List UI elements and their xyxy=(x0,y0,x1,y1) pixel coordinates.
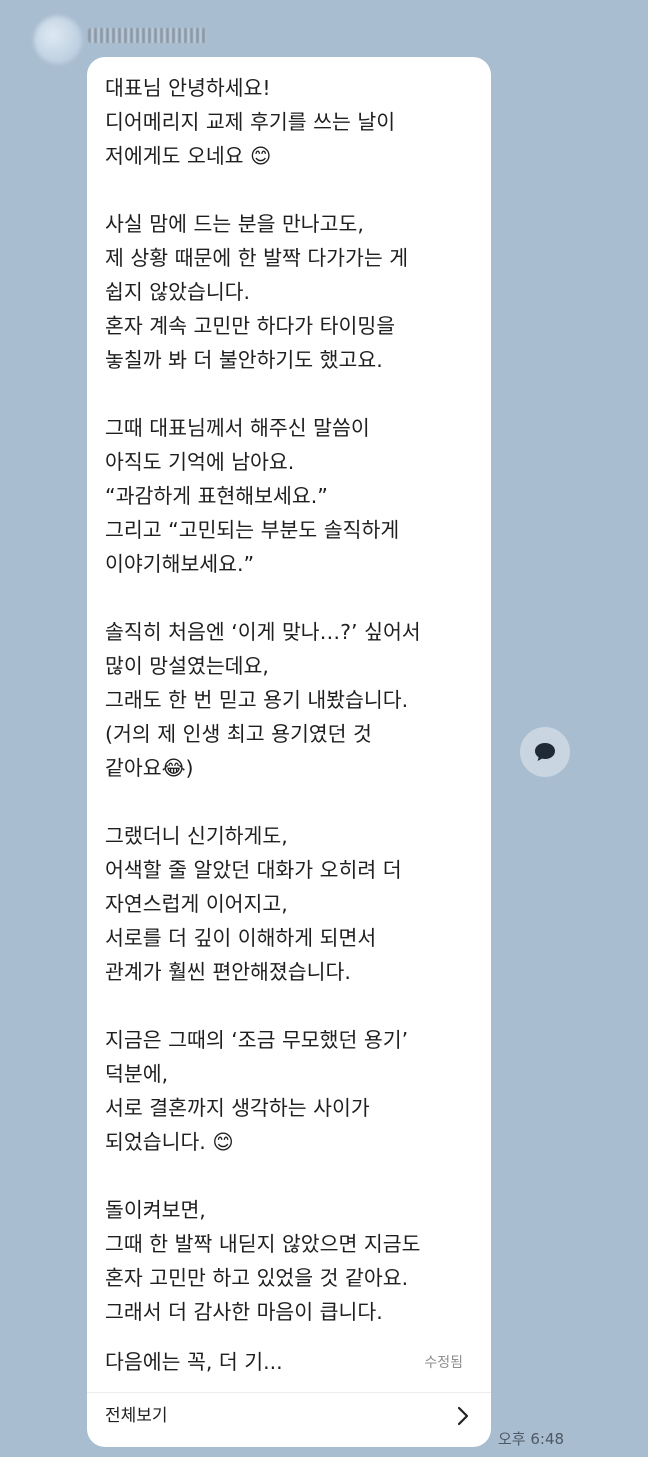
message-text: 대표님 안녕하세요! 디어메리지 교제 후기를 쓰는 날이 저에게도 오네요 😊… xyxy=(105,76,421,1324)
divider xyxy=(87,1392,491,1393)
sender-avatar[interactable] xyxy=(34,16,82,64)
edited-label: 수정됨 xyxy=(424,1355,463,1371)
message-bubble[interactable]: 대표님 안녕하세요! 디어메리지 교제 후기를 쓰는 날이 저에게도 오네요 😊… xyxy=(87,57,491,1447)
message-time: 오후 6:48 xyxy=(498,1430,565,1448)
speech-bubble-button[interactable] xyxy=(520,727,570,777)
chevron-right-icon[interactable] xyxy=(453,1404,473,1428)
truncated-line: 다음에는 꼭, 더 기... xyxy=(105,1350,283,1374)
sender-name-redacted xyxy=(88,28,206,43)
see-all-button[interactable]: 전체보기 xyxy=(105,1401,168,1431)
speech-bubble-icon xyxy=(535,743,555,761)
